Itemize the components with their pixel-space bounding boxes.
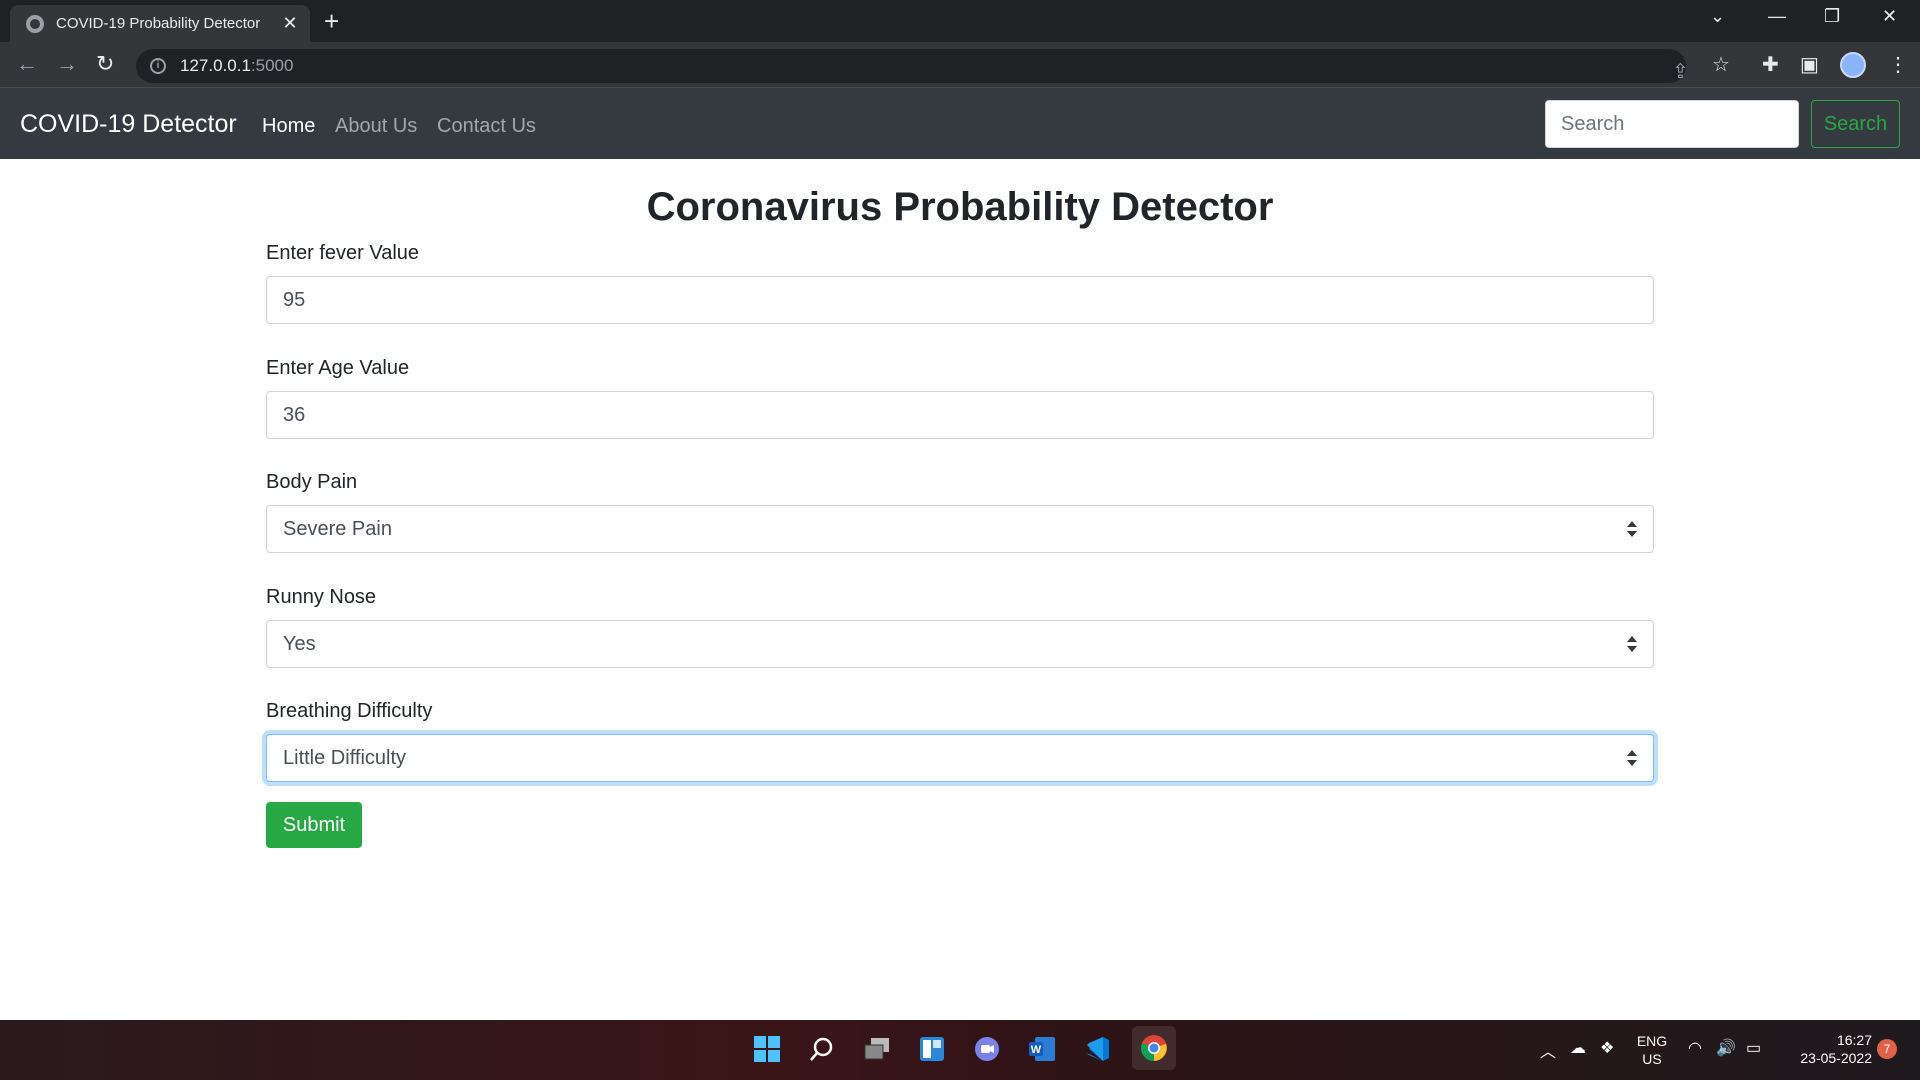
teams-chat-icon[interactable] <box>970 1032 1004 1066</box>
language-indicator[interactable]: ENG US <box>1636 1032 1668 1068</box>
profile-avatar[interactable] <box>1840 52 1866 78</box>
address-bar[interactable]: i 127.0.0.1:5000 ⇪ <box>136 49 1689 84</box>
page-title: Coronavirus Probability Detector <box>646 185 1274 229</box>
main-content: Coronavirus Probability Detector Enter f… <box>266 159 1654 848</box>
show-hidden-icons-icon[interactable]: ︿ <box>1540 1038 1556 1062</box>
select-arrows-icon <box>1627 521 1637 537</box>
submit-button[interactable]: Submit <box>266 802 362 848</box>
brand-link[interactable]: COVID-19 Detector <box>20 110 237 139</box>
nav-link-home[interactable]: Home <box>262 115 315 138</box>
site-navbar: COVID-19 Detector Home About Us Contact … <box>0 88 1920 159</box>
fever-label: Enter fever Value <box>266 242 420 264</box>
search-button[interactable]: Search <box>1811 100 1900 148</box>
reload-icon[interactable]: ↻ <box>96 52 114 76</box>
breathing-label: Breathing Difficulty <box>266 700 433 722</box>
share-icon[interactable]: ⇪ <box>1672 59 1689 84</box>
age-label: Enter Age Value <box>266 357 410 379</box>
nav-link-about[interactable]: About Us <box>335 115 417 138</box>
fever-input[interactable]: 95 <box>266 276 1654 324</box>
clock[interactable]: 16:27 23-05-2022 <box>1782 1031 1872 1067</box>
breathing-group: Breathing Difficulty Little Difficulty <box>266 699 1654 782</box>
browser-toolbar: ← → ↻ i 127.0.0.1:5000 ⇪ ☆ ✚ ▣ ⋮ <box>0 42 1920 88</box>
new-tab-icon[interactable]: + <box>324 8 339 34</box>
select-arrows-icon <box>1627 636 1637 652</box>
age-group: Enter Age Value 36 <box>266 356 1654 439</box>
search-input[interactable] <box>1545 100 1799 148</box>
menu-kebab-icon[interactable]: ⋮ <box>1888 52 1908 77</box>
widgets-icon[interactable] <box>915 1032 949 1066</box>
taskbar: W ︿ ☁ ❖ ENG US ◠ 🔊 ▭ 16:27 23-05-2022 <box>0 1020 1920 1080</box>
restore-icon[interactable]: ❐ <box>1824 6 1840 27</box>
side-panel-icon[interactable]: ▣ <box>1800 52 1819 77</box>
fever-group: Enter fever Value 95 <box>266 241 1654 324</box>
select-arrows-icon <box>1627 750 1637 766</box>
body-pain-select[interactable]: Severe Pain <box>266 505 1654 553</box>
browser-tab[interactable]: COVID-19 Probability Detector ✕ <box>10 5 310 42</box>
volume-icon[interactable]: 🔊 <box>1716 1038 1736 1058</box>
nav-link-contact[interactable]: Contact Us <box>437 115 536 138</box>
site-info-icon[interactable]: i <box>150 58 166 74</box>
battery-icon[interactable]: ▭ <box>1746 1038 1761 1058</box>
browser-tabstrip: COVID-19 Probability Detector ✕ + ⌄ — ❐ … <box>0 0 1920 42</box>
search-icon[interactable] <box>805 1032 839 1066</box>
runny-nose-group: Runny Nose Yes <box>266 585 1654 668</box>
tab-title: COVID-19 Probability Detector <box>56 15 261 32</box>
tab-search-icon[interactable]: ⌄ <box>1710 6 1725 27</box>
body-pain-label: Body Pain <box>266 471 358 493</box>
notification-badge[interactable]: 7 <box>1877 1039 1897 1059</box>
breathing-select[interactable]: Little Difficulty <box>266 734 1654 782</box>
dropbox-icon[interactable]: ❖ <box>1600 1038 1614 1058</box>
start-windows-icon[interactable] <box>750 1032 784 1066</box>
body-pain-group: Body Pain Severe Pain <box>266 470 1654 553</box>
svg-text:W: W <box>1031 1044 1042 1056</box>
extensions-icon[interactable]: ✚ <box>1762 52 1779 77</box>
onedrive-icon[interactable]: ☁ <box>1570 1038 1586 1058</box>
minimize-icon[interactable]: — <box>1768 6 1786 27</box>
bookmark-star-icon[interactable]: ☆ <box>1712 52 1730 77</box>
close-tab-icon[interactable]: ✕ <box>280 13 300 34</box>
back-icon[interactable]: ← <box>16 52 38 76</box>
word-icon[interactable]: W <box>1025 1032 1059 1066</box>
age-input[interactable]: 36 <box>266 391 1654 439</box>
wifi-icon[interactable]: ◠ <box>1688 1038 1702 1058</box>
vscode-icon[interactable] <box>1080 1032 1114 1066</box>
runny-nose-select[interactable]: Yes <box>266 620 1654 668</box>
runny-nose-label: Runny Nose <box>266 586 377 608</box>
task-view-icon[interactable] <box>860 1032 894 1066</box>
forward-icon[interactable]: → <box>56 52 78 76</box>
globe-icon <box>26 14 44 33</box>
url-text: 127.0.0.1:5000 <box>180 56 294 75</box>
chrome-icon[interactable] <box>1132 1026 1176 1070</box>
window-close-icon[interactable]: ✕ <box>1882 6 1897 27</box>
